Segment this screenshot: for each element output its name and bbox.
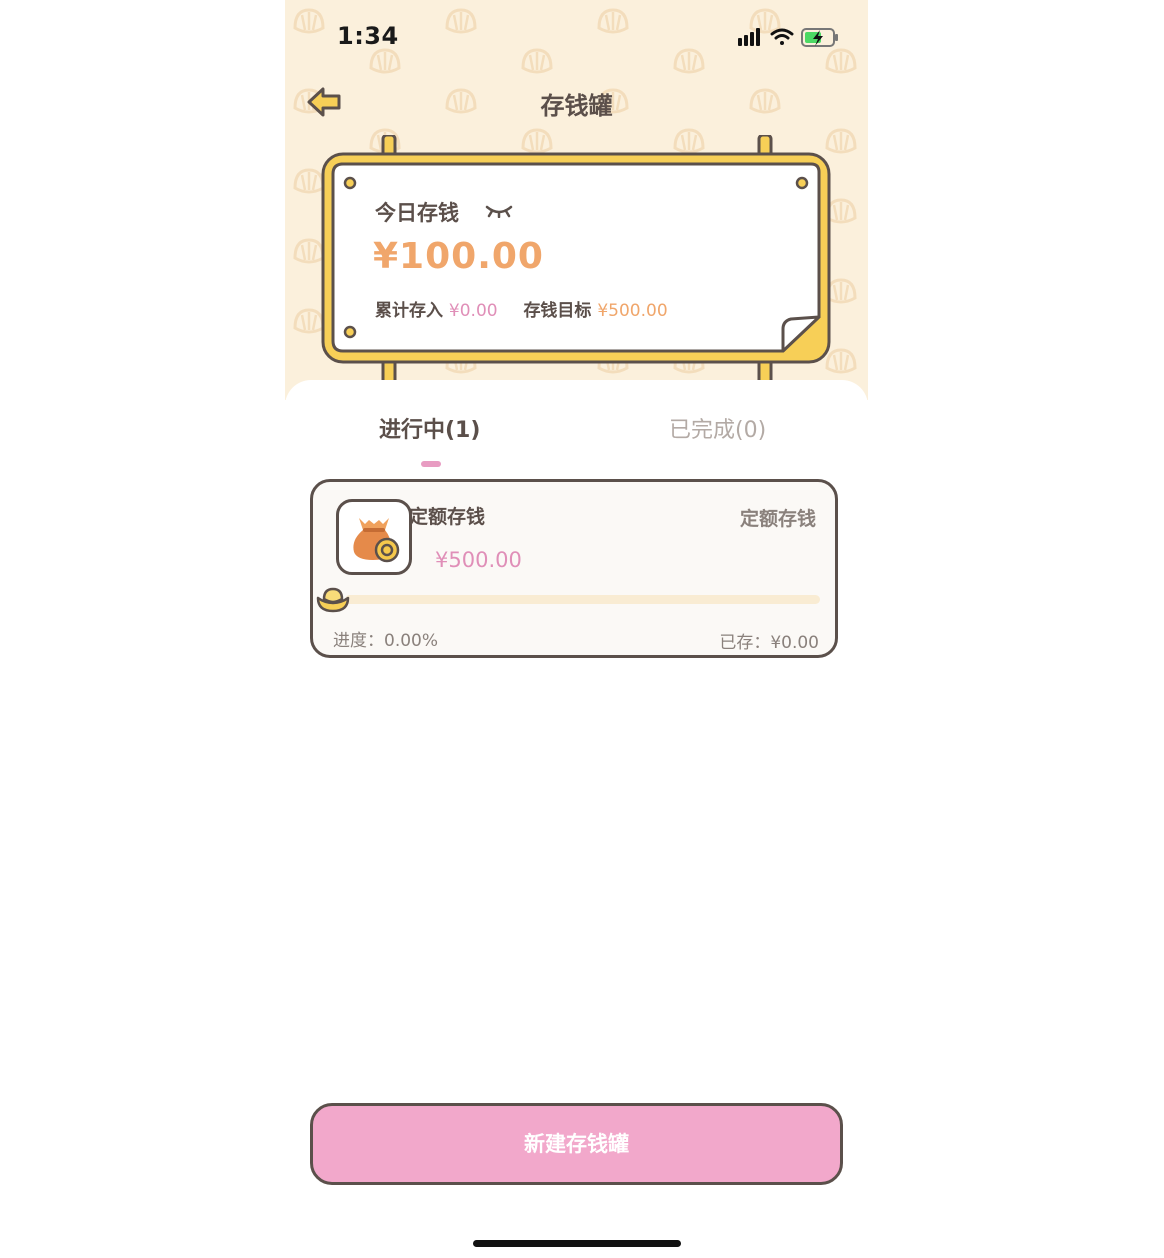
jar-icon-frame [336,499,412,575]
money-bag-icon [353,518,400,563]
tab-indicator [421,461,441,467]
jar-progress-text: 进度：0.00% [333,631,439,651]
gold-ingot-icon [316,587,350,613]
savings-goal-label: 存钱目标 [523,301,592,321]
battery-icon [801,28,838,47]
jar-target-amount: ¥500.00 [435,548,522,572]
jar-type: 定额存钱 [739,508,816,530]
home-indicator [473,1240,681,1247]
status-icons [738,28,838,47]
header-background: 1:34 存钱罐 [285,0,868,400]
total-deposit-value: ¥0.00 [448,301,498,321]
tab-completed[interactable]: 已完成(0) [669,412,766,444]
jar-saved-text: 已存：¥0.00 [719,633,819,653]
total-deposit-label: 累计存入 [375,301,443,321]
today-savings-label: 今日存钱 [375,201,459,225]
eye-closed-icon[interactable] [485,202,513,218]
status-time: 1:34 [337,22,399,50]
new-savings-jar-button[interactable]: 新建存钱罐 [310,1103,843,1185]
savings-goal-value: ¥500.00 [597,301,668,321]
signal-icon [738,28,760,46]
phone-screen: 1:34 存钱罐 今日存钱 ¥100.00 累计存入 ¥0.00 存钱目标 ¥5… [285,0,868,1258]
jar-name: 定额存钱 [409,506,486,528]
wifi-icon [770,28,794,45]
today-savings-amount: ¥100.00 [373,236,544,277]
jar-progress-bar [345,595,820,604]
savings-summary: 累计存入 ¥0.00 存钱目标 ¥500.00 [375,296,668,321]
tab-in-progress[interactable]: 进行中(1) [379,412,480,444]
page-title: 存钱罐 [540,92,613,120]
